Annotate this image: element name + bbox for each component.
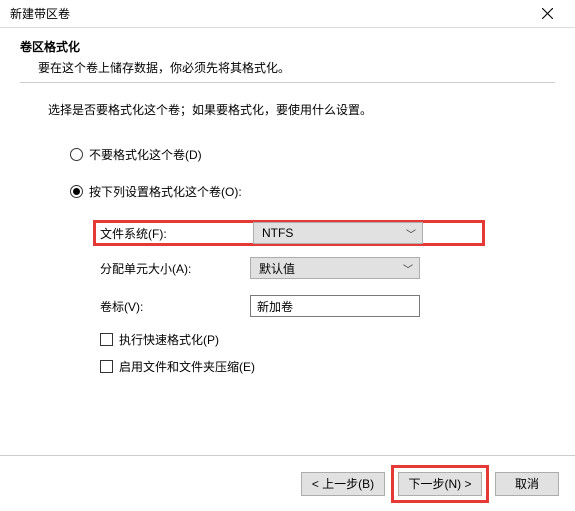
close-button[interactable]: [527, 0, 567, 28]
section-title: 卷区格式化: [20, 38, 555, 55]
filesystem-row: 文件系统(F): NTFS ﹀: [93, 220, 485, 246]
window-title: 新建带区卷: [10, 5, 70, 22]
quick-format-checkbox[interactable]: 执行快速格式化(P): [100, 331, 555, 348]
back-button[interactable]: < 上一步(B): [301, 472, 385, 496]
volume-label-input[interactable]: 新加卷: [250, 295, 420, 317]
alloc-select[interactable]: 默认值 ﹀: [250, 257, 420, 279]
volume-label-value: 新加卷: [257, 298, 293, 315]
quick-format-label: 执行快速格式化(P): [119, 331, 219, 348]
radio-no-format[interactable]: 不要格式化这个卷(D): [70, 146, 555, 163]
checkbox-icon: [100, 333, 113, 346]
section-description: 要在这个卷上储存数据，你必须先将其格式化。: [20, 59, 555, 76]
volume-label-row: 卷标(V): 新加卷: [100, 293, 555, 319]
next-button-highlight: 下一步(N) >: [391, 465, 489, 503]
title-bar: 新建带区卷: [0, 0, 575, 28]
chevron-down-icon: ﹀: [403, 261, 413, 276]
footer: < 上一步(B) 下一步(N) > 取消: [0, 455, 575, 511]
next-button[interactable]: 下一步(N) >: [398, 472, 482, 496]
divider: [20, 82, 555, 83]
close-icon: [542, 8, 553, 19]
radio-icon: [70, 148, 83, 161]
compression-checkbox[interactable]: 启用文件和文件夹压缩(E): [100, 358, 555, 375]
alloc-value: 默认值: [259, 260, 295, 277]
alloc-label: 分配单元大小(A):: [100, 260, 250, 277]
cancel-button[interactable]: 取消: [495, 472, 559, 496]
filesystem-select[interactable]: NTFS ﹀: [253, 222, 423, 244]
checkbox-icon: [100, 360, 113, 373]
filesystem-value: NTFS: [262, 226, 293, 240]
radio-icon: [70, 185, 83, 198]
radio-do-format[interactable]: 按下列设置格式化这个卷(O):: [70, 183, 555, 200]
radio-group: 不要格式化这个卷(D) 按下列设置格式化这个卷(O):: [20, 146, 555, 200]
filesystem-label: 文件系统(F):: [100, 225, 253, 242]
radio-no-format-label: 不要格式化这个卷(D): [89, 146, 202, 163]
chevron-down-icon: ﹀: [406, 226, 416, 241]
alloc-row: 分配单元大小(A): 默认值 ﹀: [100, 255, 555, 281]
content-area: 卷区格式化 要在这个卷上储存数据，你必须先将其格式化。 选择是否要格式化这个卷；…: [0, 28, 575, 375]
volume-label-label: 卷标(V):: [100, 298, 250, 315]
instruction-text: 选择是否要格式化这个卷；如果要格式化，要使用什么设置。: [20, 101, 555, 118]
compression-label: 启用文件和文件夹压缩(E): [119, 358, 255, 375]
radio-do-format-label: 按下列设置格式化这个卷(O):: [89, 183, 242, 200]
format-settings: 文件系统(F): NTFS ﹀ 分配单元大小(A): 默认值 ﹀ 卷标(V): …: [20, 220, 555, 375]
